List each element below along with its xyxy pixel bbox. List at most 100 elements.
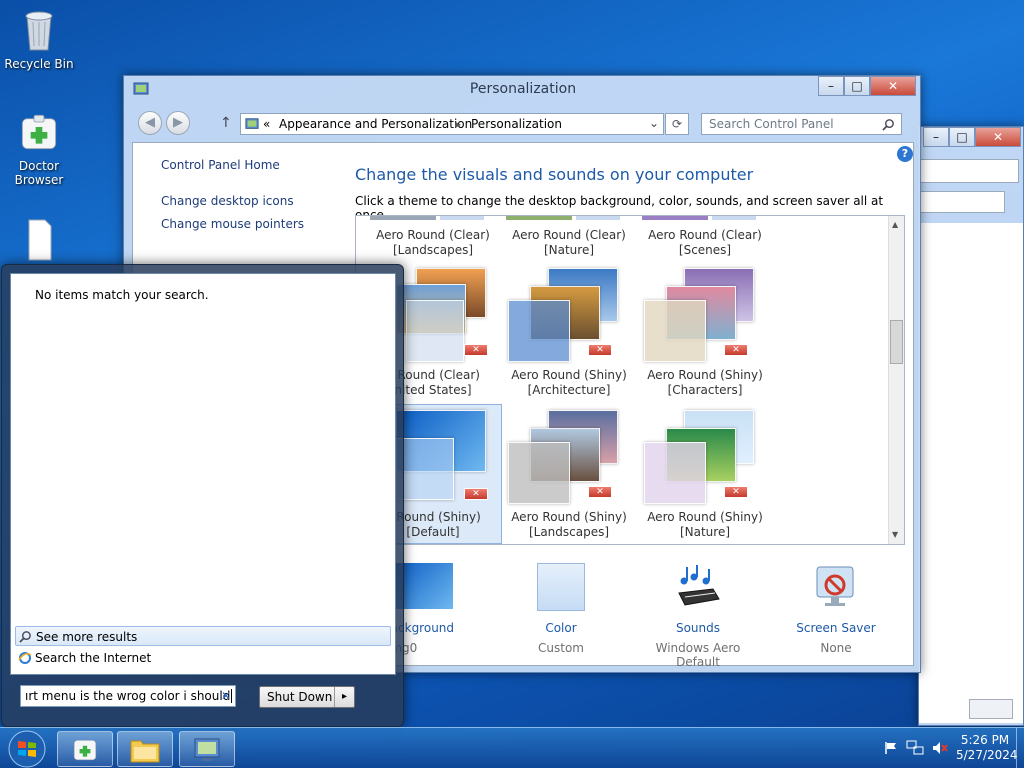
theme-thumbnail: ✕: [644, 268, 754, 362]
window-title: Personalization: [469, 81, 577, 97]
desktop-icon-label: Recycle Bin: [4, 57, 74, 71]
back-address-bar[interactable]: [919, 159, 1019, 183]
minimize-button[interactable]: –: [818, 76, 844, 96]
desktop-icon-recycle-bin[interactable]: Recycle Bin: [2, 8, 76, 71]
start-search-value: ırt menu is the wrog color i should: [25, 689, 231, 703]
clock-date: 5/27/2024: [956, 748, 1018, 762]
doctor-browser-icon: [73, 740, 97, 761]
back-close-button[interactable]: ✕: [975, 127, 1021, 147]
breadcrumb-personalization[interactable]: Personalization: [471, 117, 562, 131]
theme-aero-shiny-nature[interactable]: Aero Round (Shiny) [Nature]: [642, 510, 768, 540]
search-input[interactable]: Search Control Panel: [701, 113, 902, 135]
back-button[interactable]: ◀: [138, 111, 162, 135]
sounds-link[interactable]: Sounds Windows Aero Default: [633, 563, 763, 669]
theme-thumbnail: ✕: [644, 410, 754, 504]
back-maximize-button[interactable]: □: [949, 127, 975, 147]
clear-search-icon[interactable]: ✕: [221, 689, 231, 703]
screen-saver-value: None: [820, 641, 852, 655]
breadcrumb-appearance[interactable]: Appearance and Personalization: [279, 117, 472, 131]
breadcrumb-overflow[interactable]: «: [263, 117, 270, 131]
search-icon: [19, 631, 31, 643]
chevron-down-icon[interactable]: ⌄: [649, 116, 659, 130]
scroll-thumb[interactable]: [890, 320, 903, 364]
theme-aero-clear-landscapes[interactable]: Aero Round (Clear) [Landscapes]: [370, 228, 496, 258]
action-center-flag-icon[interactable]: [884, 741, 898, 755]
clock-time: 5:26 PM: [960, 733, 1010, 747]
theme-name: Aero Round (Clear): [648, 228, 762, 242]
recycle-bin-icon: [25, 11, 53, 51]
close-button[interactable]: ✕: [870, 76, 916, 96]
start-orb-icon[interactable]: [6, 729, 48, 768]
theme-name: Aero Round (Clear): [512, 228, 626, 242]
color-value: Custom: [538, 641, 584, 655]
help-icon[interactable]: ?: [897, 146, 913, 162]
shutdown-button-group[interactable]: Shut Down ▸: [259, 686, 355, 708]
system-clock[interactable]: 5:26 PM 5/27/2024: [956, 733, 1018, 763]
internet-explorer-icon: [18, 652, 32, 664]
volume-muted-icon[interactable]: [932, 741, 948, 755]
theme-aero-clear-scenes[interactable]: Aero Round (Clear) [Scenes]: [642, 228, 768, 258]
taskbar-control-panel[interactable]: [179, 731, 235, 767]
shutdown-options-arrow-icon[interactable]: ▸: [334, 687, 354, 707]
background-window[interactable]: – □ ✕: [918, 126, 1024, 726]
taskbar-file-explorer[interactable]: [117, 731, 173, 767]
screen-saver-label: Screen Saver: [796, 621, 876, 635]
back-content: [919, 223, 1023, 723]
color-link[interactable]: Color Custom: [496, 563, 626, 655]
back-search-box[interactable]: [919, 191, 1005, 213]
theme-thumbnail: ✕: [508, 410, 618, 504]
shutdown-button[interactable]: Shut Down: [267, 690, 332, 704]
see-more-label: See more results: [36, 630, 138, 644]
theme-category: [Landscapes]: [392, 243, 474, 257]
maximize-button[interactable]: □: [844, 76, 870, 96]
theme-name: Aero Round (Shiny): [647, 510, 763, 524]
see-more-results[interactable]: See more results: [15, 626, 391, 646]
theme-category: [Architecture]: [527, 383, 611, 397]
theme-list-scrollbar[interactable]: ▲ ▼: [888, 216, 904, 544]
screen-saver-icon: [816, 566, 854, 606]
sounds-label: Sounds: [675, 621, 721, 635]
desktop-icon-doctor-browser[interactable]: Doctor Browser: [2, 110, 76, 187]
theme-category: [Nature]: [679, 525, 731, 539]
breadcrumb-separator-icon[interactable]: ▸: [455, 117, 461, 131]
theme-list[interactable]: Aero Round (Clear) [Landscapes] Aero Rou…: [355, 215, 905, 545]
show-desktop-button[interactable]: [1016, 728, 1024, 768]
theme-name: Aero Round (Clear): [376, 228, 490, 242]
address-bar[interactable]: « Appearance and Personalization ▸ Perso…: [240, 113, 664, 135]
view-toggle[interactable]: [969, 699, 1013, 719]
folder-icon: [130, 740, 160, 763]
start-menu[interactable]: No items match your search. See more res…: [1, 264, 404, 727]
change-mouse-pointers-link[interactable]: Change mouse pointers: [161, 217, 304, 231]
sounds-icon: [678, 565, 720, 606]
theme-thumbnail: ✕: [508, 268, 618, 362]
theme-category: [Landscapes]: [528, 525, 610, 539]
taskbar-doctor-browser[interactable]: [57, 731, 113, 767]
theme-name: Aero Round (Shiny): [511, 368, 627, 382]
start-menu-results: No items match your search. See more res…: [10, 273, 396, 675]
scroll-down-icon[interactable]: ▼: [892, 530, 898, 539]
forward-button[interactable]: ▶: [166, 111, 190, 135]
taskbar: 5:26 PM 5/27/2024: [0, 727, 1024, 768]
theme-aero-shiny-architecture[interactable]: Aero Round (Shiny) [Architecture]: [506, 368, 632, 398]
theme-name: Aero Round (Shiny): [511, 510, 627, 524]
search-the-internet[interactable]: Search the Internet: [15, 648, 391, 668]
desktop-icon-file[interactable]: [2, 218, 76, 267]
search-icon[interactable]: [882, 118, 895, 131]
start-search-input[interactable]: ırt menu is the wrog color i should ✕: [20, 685, 236, 707]
up-arrow-icon[interactable]: ↑: [220, 115, 232, 131]
theme-aero-shiny-landscapes[interactable]: Aero Round (Shiny) [Landscapes]: [506, 510, 632, 540]
network-icon[interactable]: [906, 740, 924, 756]
scroll-up-icon[interactable]: ▲: [892, 220, 898, 229]
theme-name: Aero Round (Shiny): [647, 368, 763, 382]
theme-category: [Nature]: [543, 243, 595, 257]
theme-aero-clear-nature[interactable]: Aero Round (Clear) [Nature]: [506, 228, 632, 258]
theme-aero-shiny-characters[interactable]: Aero Round (Shiny) [Characters]: [642, 368, 768, 398]
refresh-button[interactable]: ⟳: [665, 113, 689, 135]
control-panel-home-link[interactable]: Control Panel Home: [161, 158, 280, 172]
theme-category: [Characters]: [667, 383, 743, 397]
screen-saver-link[interactable]: Screen Saver None: [771, 563, 901, 655]
search-placeholder: Search Control Panel: [709, 117, 834, 131]
change-desktop-icons-link[interactable]: Change desktop icons: [161, 194, 294, 208]
control-panel-small-icon: [245, 118, 259, 129]
back-minimize-button[interactable]: –: [923, 127, 949, 147]
